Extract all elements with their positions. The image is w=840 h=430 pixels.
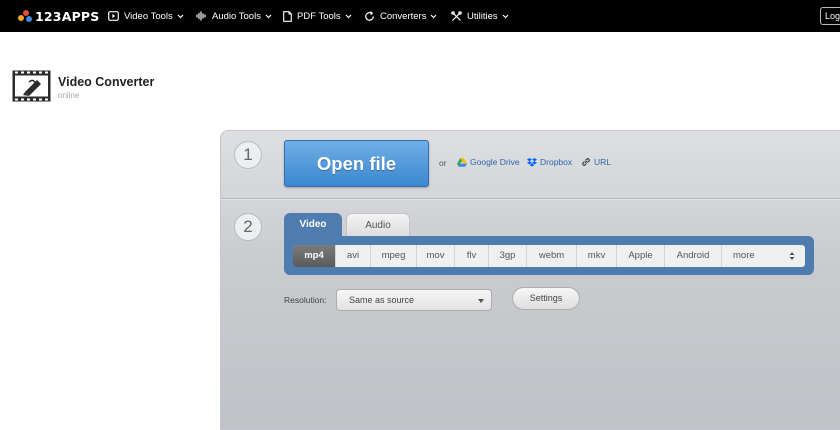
- chevron-down-icon: [345, 14, 352, 18]
- chevron-down-icon: [177, 14, 184, 18]
- format-apple[interactable]: Apple: [617, 245, 665, 267]
- chevron-down-icon: [265, 14, 272, 18]
- top-nav-bar: 123APPS Video Tools Audio Tools PDF Tool…: [0, 0, 840, 32]
- nav-label: Audio Tools: [212, 10, 261, 22]
- step-1-badge: 1: [234, 141, 262, 169]
- source-label: URL: [594, 157, 612, 167]
- chevron-down-icon: [502, 14, 509, 18]
- nav-video-tools[interactable]: Video Tools: [108, 0, 184, 32]
- format-webm[interactable]: webm: [527, 245, 577, 267]
- format-avi[interactable]: avi: [336, 245, 371, 267]
- nav-label: Converters: [380, 10, 427, 22]
- nav-label: Utilities: [467, 10, 498, 22]
- format-flv[interactable]: flv: [455, 245, 489, 267]
- dropbox-link[interactable]: Dropbox: [527, 157, 572, 167]
- pdf-tools-icon: [283, 10, 292, 22]
- logo[interactable]: 123APPS: [18, 8, 100, 24]
- open-file-button[interactable]: Open file: [284, 140, 429, 187]
- format-list: mp4 avi mpeg mov flv 3gp webm mkv Apple …: [293, 245, 805, 267]
- nav-label: PDF Tools: [297, 10, 341, 22]
- format-more-label: more: [733, 250, 755, 261]
- page-subtitle: online: [58, 91, 80, 100]
- nav-converters[interactable]: Converters: [364, 0, 437, 32]
- or-label: or: [439, 158, 447, 168]
- format-mov[interactable]: mov: [417, 245, 455, 267]
- nav-pdf-tools[interactable]: PDF Tools: [283, 0, 352, 32]
- resolution-value: Same as source: [349, 295, 415, 305]
- google-drive-link[interactable]: Google Drive: [457, 157, 520, 167]
- link-icon: [582, 158, 590, 166]
- step-divider-highlight: [220, 199, 840, 200]
- nav-audio-tools[interactable]: Audio Tools: [196, 0, 272, 32]
- converters-icon: [365, 10, 374, 21]
- format-mpeg[interactable]: mpeg: [371, 245, 417, 267]
- nav-utilities[interactable]: Utilities: [451, 0, 509, 32]
- format-mkv[interactable]: mkv: [577, 245, 617, 267]
- format-3gp[interactable]: 3gp: [489, 245, 527, 267]
- chevron-down-icon: [431, 14, 437, 18]
- settings-button[interactable]: Settings: [512, 287, 580, 310]
- audio-tools-icon: [196, 11, 206, 21]
- nav-label: Video Tools: [124, 10, 173, 22]
- page-title: Video Converter: [58, 75, 155, 89]
- google-drive-icon: [457, 157, 467, 167]
- up-down-arrows-icon: [789, 252, 795, 260]
- chevron-down-icon: [478, 299, 484, 303]
- video-converter-icon: [12, 70, 51, 102]
- resolution-select[interactable]: Same as source: [336, 289, 492, 311]
- url-link[interactable]: URL: [581, 157, 611, 167]
- login-button[interactable]: Log: [820, 7, 840, 25]
- format-mp4[interactable]: mp4: [293, 245, 336, 267]
- dropbox-icon: [527, 157, 537, 167]
- source-label: Google Drive: [470, 157, 520, 167]
- tab-video[interactable]: Video: [284, 213, 342, 237]
- resolution-label: Resolution:: [284, 295, 327, 305]
- video-tools-icon: [108, 11, 119, 21]
- utilities-icon: [451, 10, 462, 21]
- tab-audio[interactable]: Audio: [346, 213, 410, 237]
- source-label: Dropbox: [540, 157, 573, 167]
- logo-text: 123APPS: [35, 8, 100, 24]
- format-android[interactable]: Android: [665, 245, 722, 267]
- format-more-dropdown[interactable]: more: [722, 245, 805, 267]
- logo-icon: [18, 9, 32, 23]
- step-2-badge: 2: [234, 213, 262, 241]
